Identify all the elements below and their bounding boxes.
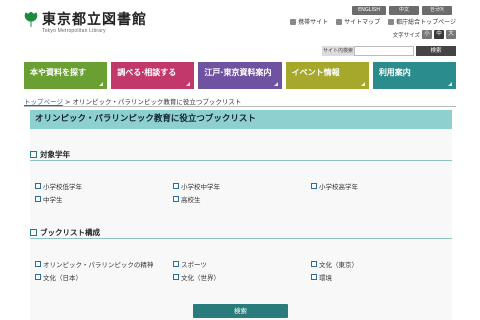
- portal-link[interactable]: 都庁総合トップページ: [388, 17, 456, 26]
- checkbox-box[interactable]: [173, 183, 179, 189]
- checkbox-box[interactable]: [311, 183, 317, 189]
- language-switcher: ENGLISH 中文 한국어: [352, 6, 452, 15]
- ginkgo-leaf-icon: [24, 12, 38, 27]
- mobile-icon: [290, 18, 297, 25]
- global-nav: 本や資料を探す 調べる·相談する 江戸·東京資料案内 イベント情報 利用案内: [24, 62, 457, 89]
- lang-korean-button[interactable]: 한국어: [422, 6, 452, 15]
- checkbox-box[interactable]: [35, 183, 41, 189]
- utility-links: 携帯サイト サイトマップ 都庁総合トップページ: [290, 17, 456, 26]
- checkbox-box[interactable]: [311, 261, 317, 267]
- site-search-label: サイト内検索: [322, 46, 354, 56]
- checkbox-box[interactable]: [311, 274, 317, 280]
- nav-guide[interactable]: 利用案内: [372, 62, 457, 89]
- checkbox-environment[interactable]: 環境: [311, 272, 332, 282]
- corner-arrow-icon: [360, 82, 365, 86]
- section-marker-icon: [30, 151, 37, 158]
- corner-arrow-icon: [448, 82, 453, 86]
- checkbox-culture-world[interactable]: 文化（世界）: [173, 272, 220, 282]
- section-divider: [30, 160, 452, 161]
- font-size-large-button[interactable]: 大: [446, 30, 456, 39]
- checkbox-sports[interactable]: スポーツ: [173, 259, 207, 269]
- site-search-button[interactable]: 検索: [416, 46, 456, 56]
- site-subtitle: Tokyo Metropolitan Library: [42, 28, 106, 34]
- checkbox-grade-upper-elementary[interactable]: 小学校高学年: [311, 181, 358, 191]
- breadcrumb-current: オリンピック・パラリンピック教育に役立つブックリスト: [72, 98, 242, 106]
- font-size-medium-button[interactable]: 中: [434, 30, 444, 39]
- font-size-small-button[interactable]: 小: [422, 30, 432, 39]
- checkbox-culture-tokyo[interactable]: 文化（東京）: [311, 259, 358, 269]
- sitemap-icon: [336, 18, 343, 25]
- checkbox-box[interactable]: [173, 196, 179, 202]
- checkbox-box[interactable]: [35, 274, 41, 280]
- portal-icon: [388, 18, 395, 25]
- breadcrumb: トップページ > オリンピック・パラリンピック教育に役立つブックリスト: [24, 98, 242, 106]
- section-heading-grade: 対象学年: [30, 149, 452, 160]
- corner-arrow-icon: [273, 82, 278, 86]
- section-divider: [30, 238, 452, 239]
- site-title: 東京都立図書館: [42, 12, 147, 28]
- nav-research[interactable]: 調べる·相談する: [111, 62, 195, 89]
- section-heading-booklist: ブックリスト構成: [30, 227, 452, 238]
- checkbox-grade-high-school[interactable]: 高校生: [173, 194, 201, 204]
- content-panel: [30, 110, 452, 320]
- checkbox-grade-middle-elementary[interactable]: 小学校中学年: [173, 181, 220, 191]
- checkbox-box[interactable]: [173, 274, 179, 280]
- mobile-site-link[interactable]: 携帯サイト: [290, 17, 328, 26]
- font-size-control: 文字サイズ 小 中 大: [393, 30, 456, 39]
- lang-english-button[interactable]: ENGLISH: [352, 6, 386, 15]
- checkbox-box[interactable]: [35, 261, 41, 267]
- checkbox-box[interactable]: [173, 261, 179, 267]
- nav-find-materials[interactable]: 本や資料を探す: [24, 62, 108, 89]
- checkbox-grade-junior-high[interactable]: 中学生: [35, 194, 63, 204]
- section-marker-icon: [30, 229, 37, 236]
- checkbox-grade-lower-elementary[interactable]: 小学校低学年: [35, 181, 82, 191]
- sitemap-link[interactable]: サイトマップ: [336, 17, 380, 26]
- search-submit-button[interactable]: 検索: [193, 304, 288, 318]
- checkbox-box[interactable]: [35, 196, 41, 202]
- lang-chinese-button[interactable]: 中文: [389, 6, 419, 15]
- corner-arrow-icon: [186, 82, 191, 86]
- nav-events[interactable]: イベント情報: [285, 62, 369, 89]
- breadcrumb-home-link[interactable]: トップページ: [24, 98, 63, 106]
- checkbox-culture-japan[interactable]: 文化（日本）: [35, 272, 82, 282]
- nav-edo-tokyo[interactable]: 江戸·東京資料案内: [198, 62, 282, 89]
- divider: [24, 106, 456, 107]
- site-search: サイト内検索 検索: [322, 46, 456, 56]
- page-title: オリンピック・パラリンピック教育に役立つブックリスト: [30, 110, 452, 129]
- site-search-input[interactable]: [354, 46, 414, 56]
- font-size-label: 文字サイズ: [392, 32, 420, 39]
- site-logo[interactable]: 東京都立図書館 Tokyo Metropolitan Library: [24, 12, 147, 34]
- corner-arrow-icon: [99, 82, 104, 86]
- checkbox-olympic-spirit[interactable]: オリンピック・パラリンピックの精神: [35, 259, 153, 269]
